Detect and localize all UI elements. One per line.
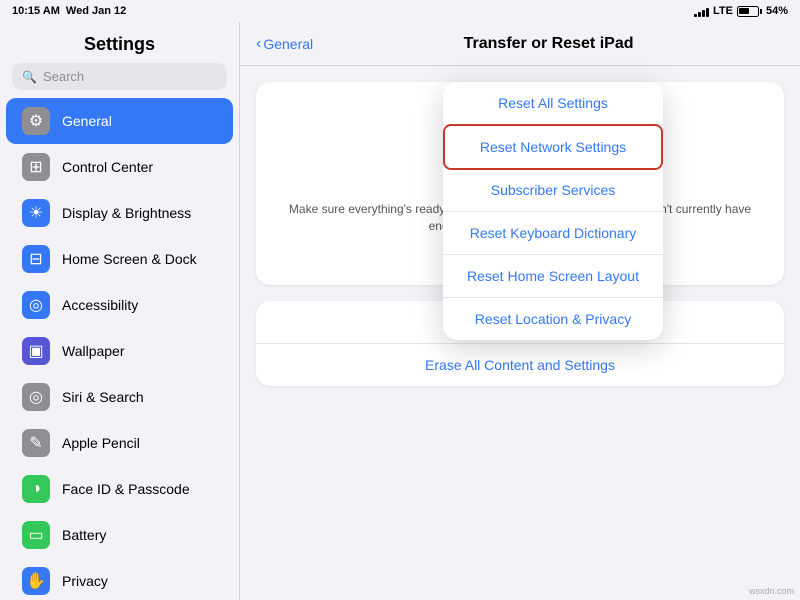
status-time: 10:15 AM (12, 5, 60, 17)
search-icon: 🔍 (22, 70, 37, 84)
sidebar-item-label-privacy: Privacy (62, 573, 108, 589)
sidebar-item-battery[interactable]: ▭ Battery (6, 512, 233, 558)
sidebar-item-icon-face-id: ◑ (22, 475, 50, 503)
sidebar-item-icon-siri-search: ◎ (22, 383, 50, 411)
sidebar-title: Settings (0, 22, 239, 63)
sidebar-item-display-brightness[interactable]: ☀ Display & Brightness (6, 190, 233, 236)
sidebar-item-home-screen-dock[interactable]: ⊟ Home Screen & Dock (6, 236, 233, 282)
battery-percent: 54% (766, 5, 788, 17)
battery-icon (737, 6, 762, 17)
sidebar-item-icon-apple-pencil: ✎ (22, 429, 50, 457)
nav-back-button[interactable]: ‹ General (256, 35, 313, 53)
status-bar-left: 10:15 AM Wed Jan 12 (12, 5, 126, 17)
sidebar-items-container: ⚙ General ⊞ Control Center ☀ Display & Bright… (0, 98, 239, 600)
battery-fill (739, 8, 748, 14)
sidebar-item-icon-accessibility: ◎ (22, 291, 50, 319)
signal-bars-icon (694, 6, 709, 17)
search-bar[interactable]: 🔍 Search (12, 63, 227, 90)
network-type: LTE (713, 5, 733, 17)
sidebar: Settings 🔍 Search ⚙ General ⊞ Control Cente… (0, 22, 240, 600)
sidebar-item-label-home-screen-dock: Home Screen & Dock (62, 251, 197, 267)
main-layout: Settings 🔍 Search ⚙ General ⊞ Control Cente… (0, 22, 800, 600)
sidebar-item-icon-privacy: ✋ (22, 567, 50, 595)
battery-tip (760, 9, 762, 14)
sidebar-item-icon-display-brightness: ☀ (22, 199, 50, 227)
sidebar-item-label-siri-search: Siri & Search (62, 389, 144, 405)
sidebar-item-icon-control-center: ⊞ (22, 153, 50, 181)
reset-section-erase-item[interactable]: Erase All Content and Settings (256, 344, 784, 386)
nav-back-label: General (263, 36, 313, 52)
nav-title: Transfer or Reset iPad (313, 35, 784, 53)
sidebar-item-general[interactable]: ⚙ General (6, 98, 233, 144)
content-area: ‹ General Transfer or Reset iPad (240, 22, 800, 600)
dropdown-item-subscriber-services[interactable]: Subscriber Services (443, 169, 663, 212)
sidebar-item-label-wallpaper: Wallpaper (62, 343, 125, 359)
sidebar-item-wallpaper[interactable]: ▣ Wallpaper (6, 328, 233, 374)
watermark: wsxdn.com (749, 586, 794, 596)
dropdown-item-reset-home-screen-layout[interactable]: Reset Home Screen Layout (443, 255, 663, 298)
status-bar-right: LTE 54% (694, 5, 788, 17)
sidebar-item-label-control-center: Control Center (62, 159, 153, 175)
sidebar-item-control-center[interactable]: ⊞ Control Center (6, 144, 233, 190)
sidebar-item-apple-pencil[interactable]: ✎ Apple Pencil (6, 420, 233, 466)
dropdown-item-reset-network-settings[interactable]: Reset Network Settings (443, 124, 663, 170)
sidebar-item-label-face-id: Face ID & Passcode (62, 481, 190, 497)
dropdown-item-reset-location-privacy[interactable]: Reset Location & Privacy (443, 298, 663, 340)
sidebar-item-accessibility[interactable]: ◎ Accessibility (6, 282, 233, 328)
dropdown-menu: Reset All SettingsReset Network Settings… (443, 82, 663, 340)
status-date: Wed Jan 12 (66, 5, 126, 17)
dropdown-item-reset-all-settings[interactable]: Reset All Settings (443, 82, 663, 125)
sidebar-item-icon-home-screen-dock: ⊟ (22, 245, 50, 273)
sidebar-item-label-apple-pencil: Apple Pencil (62, 435, 140, 451)
sidebar-item-siri-search[interactable]: ◎ Siri & Search (6, 374, 233, 420)
nav-bar: ‹ General Transfer or Reset iPad (240, 22, 800, 66)
dropdown-item-reset-keyboard-dictionary[interactable]: Reset Keyboard Dictionary (443, 212, 663, 255)
search-placeholder: Search (43, 69, 84, 84)
sidebar-item-label-battery: Battery (62, 527, 106, 543)
chevron-left-icon: ‹ (256, 35, 261, 53)
sidebar-item-privacy[interactable]: ✋ Privacy (6, 558, 233, 600)
sidebar-item-label-general: General (62, 113, 112, 129)
sidebar-item-label-display-brightness: Display & Brightness (62, 205, 191, 221)
sidebar-item-icon-general: ⚙ (22, 107, 50, 135)
sidebar-item-icon-wallpaper: ▣ (22, 337, 50, 365)
status-bar: 10:15 AM Wed Jan 12 LTE 54% (0, 0, 800, 22)
sidebar-item-face-id[interactable]: ◑ Face ID & Passcode (6, 466, 233, 512)
sidebar-item-icon-battery: ▭ (22, 521, 50, 549)
sidebar-item-label-accessibility: Accessibility (62, 297, 138, 313)
